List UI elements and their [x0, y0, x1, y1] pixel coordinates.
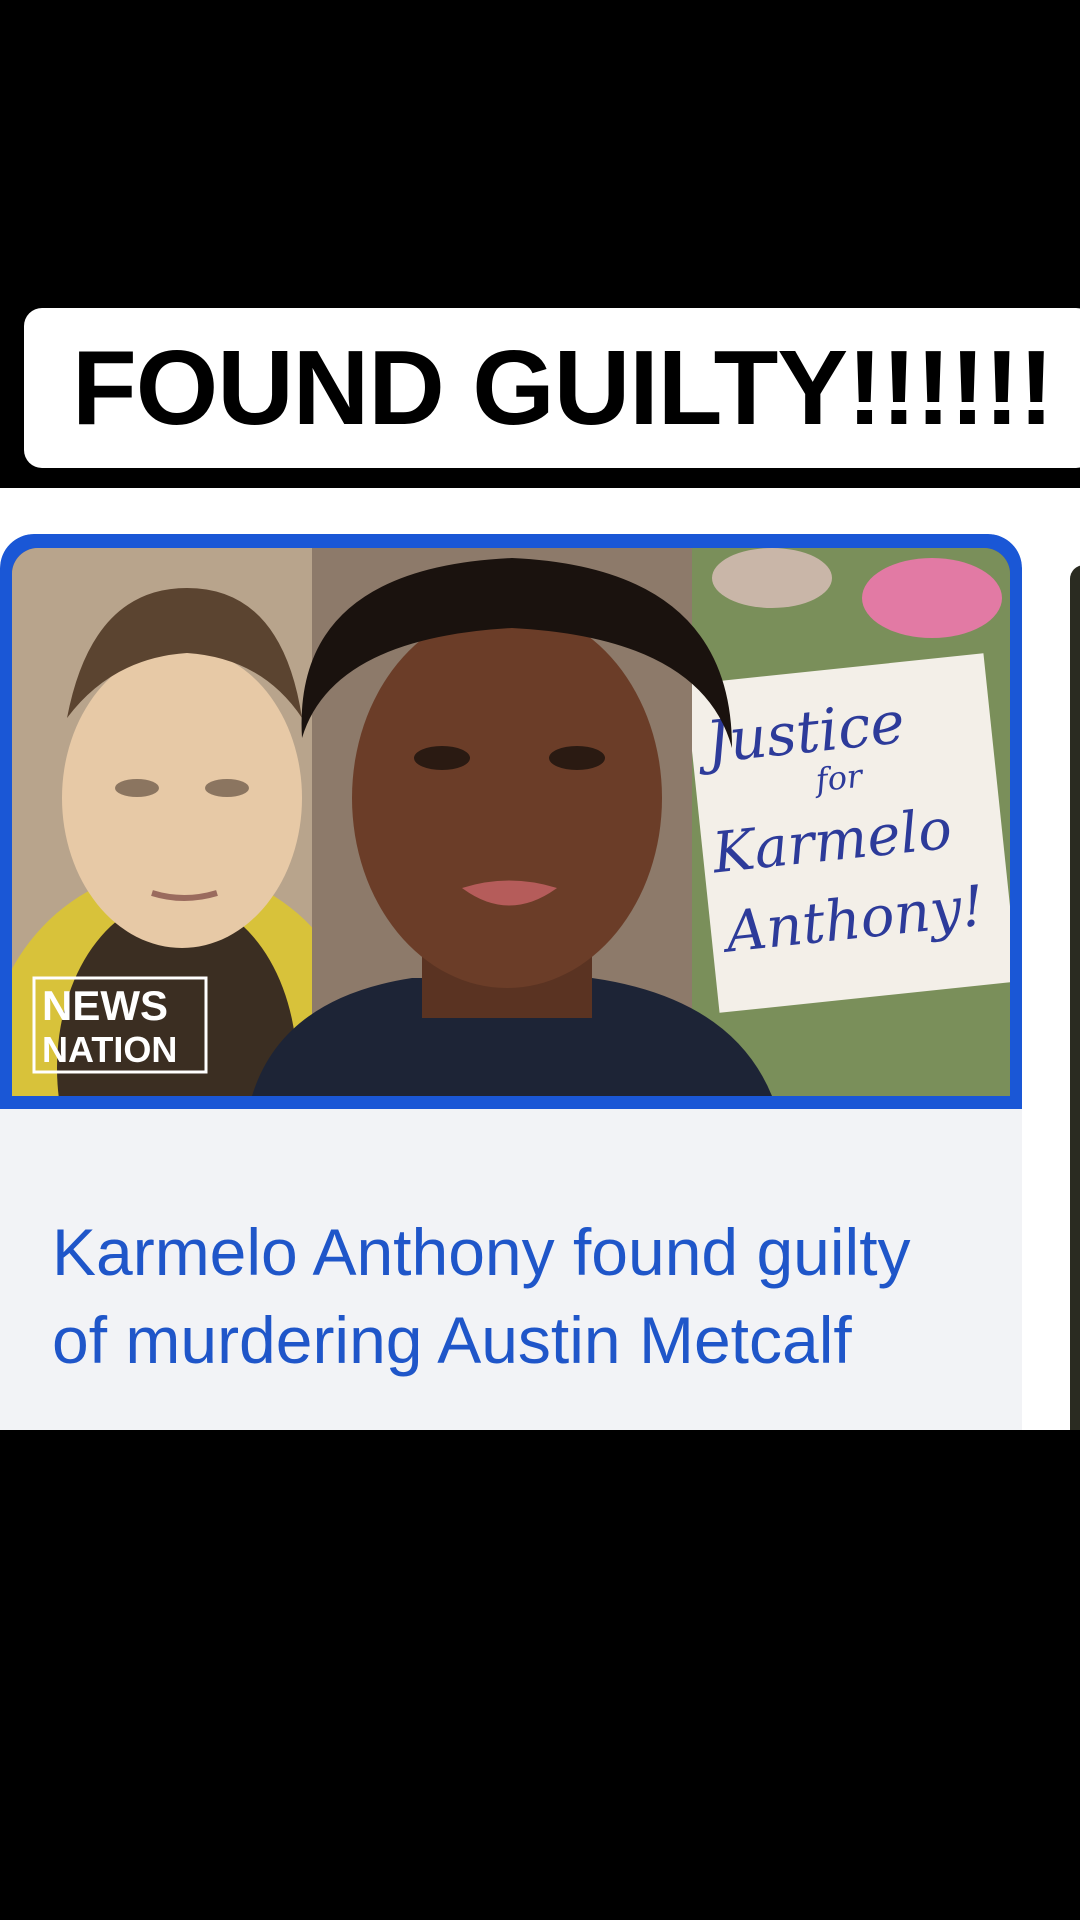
- sign-line-2: for: [812, 757, 866, 800]
- news-card[interactable]: Justice for Karmelo Anthony! NEWS NATION…: [0, 534, 1022, 1430]
- card-thumbnail: Justice for Karmelo Anthony! NEWS NATION: [12, 548, 1010, 1096]
- news-carousel: Justice for Karmelo Anthony! NEWS NATION…: [0, 488, 1080, 1430]
- logo-word-2: NATION: [42, 1029, 177, 1070]
- card-thumbnail-frame: Justice for Karmelo Anthony! NEWS NATION: [0, 534, 1022, 1109]
- caption-box: FOUND GUILTY!!!!!!: [24, 308, 1080, 468]
- caption-text: FOUND GUILTY!!!!!!: [72, 329, 1054, 447]
- protest-sign-photo: Justice for Karmelo Anthony!: [672, 548, 1010, 1096]
- next-card-peek[interactable]: [1070, 565, 1080, 1430]
- logo-word-1: NEWS: [42, 982, 168, 1029]
- card-headline[interactable]: Karmelo Anthony found guilty of murderin…: [52, 1208, 972, 1384]
